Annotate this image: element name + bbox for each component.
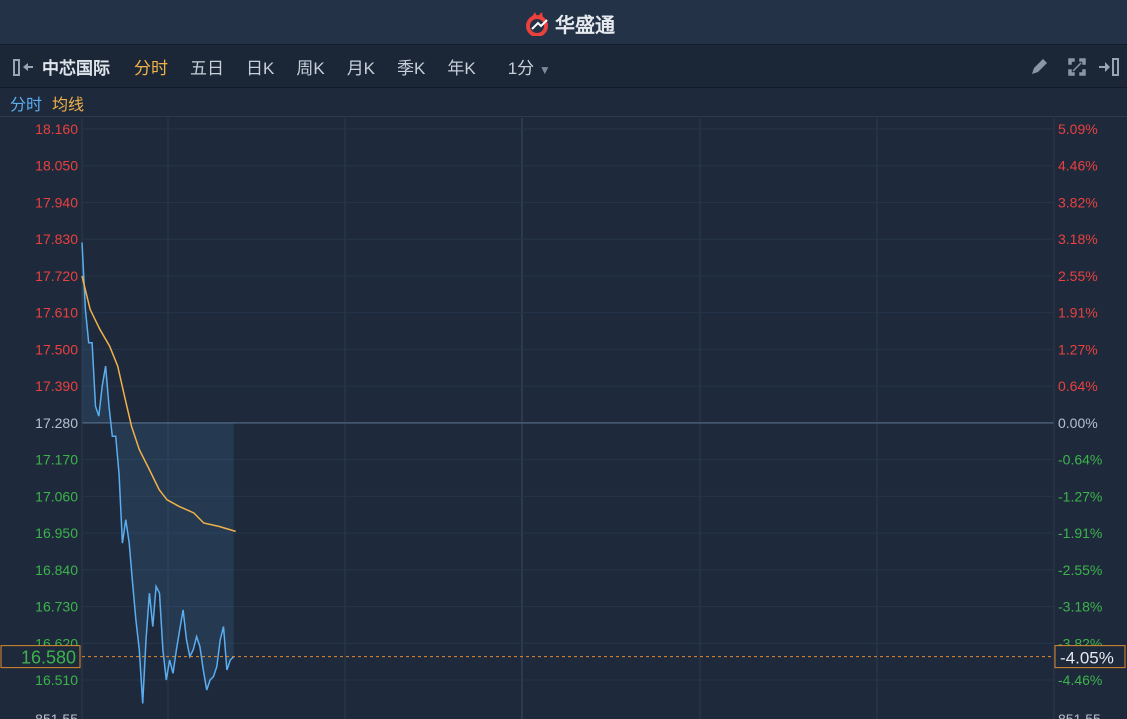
y-tick-right: 0.00% xyxy=(1058,415,1098,431)
tab-intraday[interactable]: 分时 xyxy=(134,54,168,79)
tab-month-k[interactable]: 月K xyxy=(347,54,375,79)
app-logo: 华盛通 xyxy=(523,9,615,38)
y-tick-left: 17.830 xyxy=(35,231,78,247)
y-tick-left: 16.950 xyxy=(35,525,78,541)
y-tick-right: -0.64% xyxy=(1058,452,1102,468)
tab-week-k[interactable]: 周K xyxy=(296,54,324,79)
y-tick-left: 17.170 xyxy=(35,452,78,468)
tab-quarter-k[interactable]: 季K xyxy=(397,54,425,79)
y-tick-left: 17.720 xyxy=(35,268,78,284)
stock-name: 中芯国际 xyxy=(42,59,110,78)
tab-day-k[interactable]: 日K xyxy=(246,54,274,79)
y-tick-right: -2.55% xyxy=(1058,562,1102,578)
legend-price: 分时 xyxy=(10,96,43,114)
y-tick-right: 3.82% xyxy=(1058,194,1098,210)
price-area xyxy=(82,242,234,704)
volume-label-right: 851.55 xyxy=(1058,711,1101,719)
y-tick-left: 18.160 xyxy=(35,121,78,137)
tab-five-day[interactable]: 五日 xyxy=(190,54,224,79)
y-tick-left: 16.510 xyxy=(35,672,78,688)
interval-value: 1分 xyxy=(507,59,535,78)
interval-select[interactable]: 1分 ▼ xyxy=(508,54,551,79)
pencil-icon[interactable] xyxy=(1028,56,1050,78)
y-tick-right: 1.27% xyxy=(1058,341,1098,357)
y-tick-left: 18.050 xyxy=(35,158,78,174)
y-tick-right: 4.46% xyxy=(1058,158,1098,174)
y-tick-right: -1.91% xyxy=(1058,525,1102,541)
y-tick-left: 17.390 xyxy=(35,378,78,394)
y-tick-right: -3.18% xyxy=(1058,599,1102,615)
legend-average: 均线 xyxy=(52,96,85,114)
y-tick-left: 16.730 xyxy=(35,599,78,615)
app-title: 华盛通 xyxy=(555,15,615,37)
y-tick-right: 0.64% xyxy=(1058,378,1098,394)
y-tick-right: -4.46% xyxy=(1058,672,1102,688)
chart-legend: 分时 均线 xyxy=(0,89,1127,117)
y-tick-left: 17.280 xyxy=(35,415,78,431)
intraday-chart[interactable]: 18.160 5.09% 18.050 4.46% 17.940 3.82% 17.830 3… xyxy=(0,118,1127,719)
y-tick-left: 16.840 xyxy=(35,562,78,578)
y-tick-right: -1.27% xyxy=(1058,488,1102,504)
collapse-right-icon[interactable] xyxy=(1097,56,1123,78)
logo-icon xyxy=(526,11,548,36)
current-price-label: 16.580 xyxy=(21,648,76,668)
current-pct-label: -4.05% xyxy=(1060,649,1114,668)
y-tick-right: 1.91% xyxy=(1058,305,1098,321)
collapse-left-icon[interactable] xyxy=(12,57,36,77)
y-tick-left: 17.610 xyxy=(35,305,78,321)
chevron-down-icon: ▼ xyxy=(538,63,551,77)
y-tick-right: 2.55% xyxy=(1058,268,1098,284)
toolbar: 中芯国际 分时 五日 日K 周K 月K 季K 年K 1分 ▼ xyxy=(0,46,1127,88)
title-bar: 华盛通 xyxy=(0,0,1127,45)
y-tick-left: 17.060 xyxy=(35,488,78,504)
tab-year-k[interactable]: 年K xyxy=(447,54,475,79)
y-tick-left: 17.940 xyxy=(35,194,78,210)
y-tick-left: 17.500 xyxy=(35,341,78,357)
y-tick-right: 5.09% xyxy=(1058,121,1098,137)
volume-label-left: 851.55 xyxy=(35,711,78,719)
fullscreen-icon[interactable] xyxy=(1066,56,1088,78)
y-tick-right: 3.18% xyxy=(1058,231,1098,247)
